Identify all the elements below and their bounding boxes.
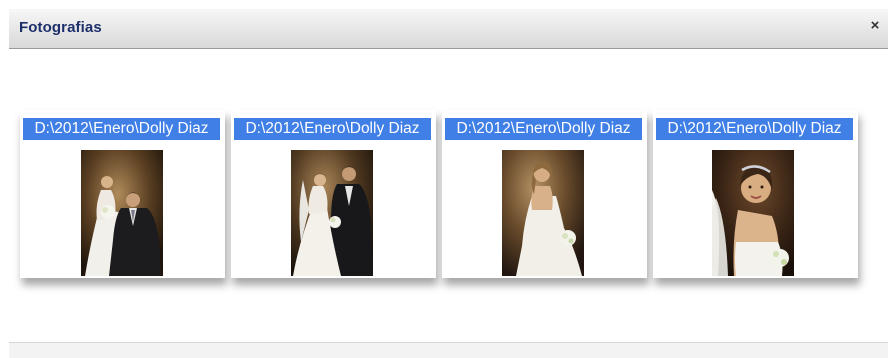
photo-path-label: D:\2012\Enero\Dolly Diaz: [23, 118, 220, 140]
photo-path-label: D:\2012\Enero\Dolly Diaz: [656, 118, 853, 140]
close-icon[interactable]: ×: [866, 17, 884, 35]
dialog-footer: [9, 343, 888, 358]
photo-path-label: D:\2012\Enero\Dolly Diaz: [445, 118, 642, 140]
photo-card[interactable]: D:\2012\Enero\Dolly Diaz: [442, 110, 647, 278]
dialog-title: Fotografias: [19, 19, 102, 36]
bride-portrait-photo: [502, 150, 584, 276]
photo-card[interactable]: D:\2012\Enero\Dolly Diaz: [653, 110, 858, 278]
photo-card[interactable]: D:\2012\Enero\Dolly Diaz: [231, 110, 436, 278]
wedding-couple-photo: [81, 150, 163, 276]
photo-strip: D:\2012\Enero\Dolly Diaz D:\2012\Enero\D…: [18, 110, 866, 296]
dialog-titlebar: Fotografias ×: [9, 9, 888, 49]
wedding-couple-photo: [291, 150, 373, 276]
photo-card[interactable]: D:\2012\Enero\Dolly Diaz: [20, 110, 225, 278]
photo-path-label: D:\2012\Enero\Dolly Diaz: [234, 118, 431, 140]
photos-dialog: Fotografias × D:\2012\Enero\Dolly Diaz D…: [0, 0, 888, 358]
bride-closeup-photo: [712, 150, 794, 276]
